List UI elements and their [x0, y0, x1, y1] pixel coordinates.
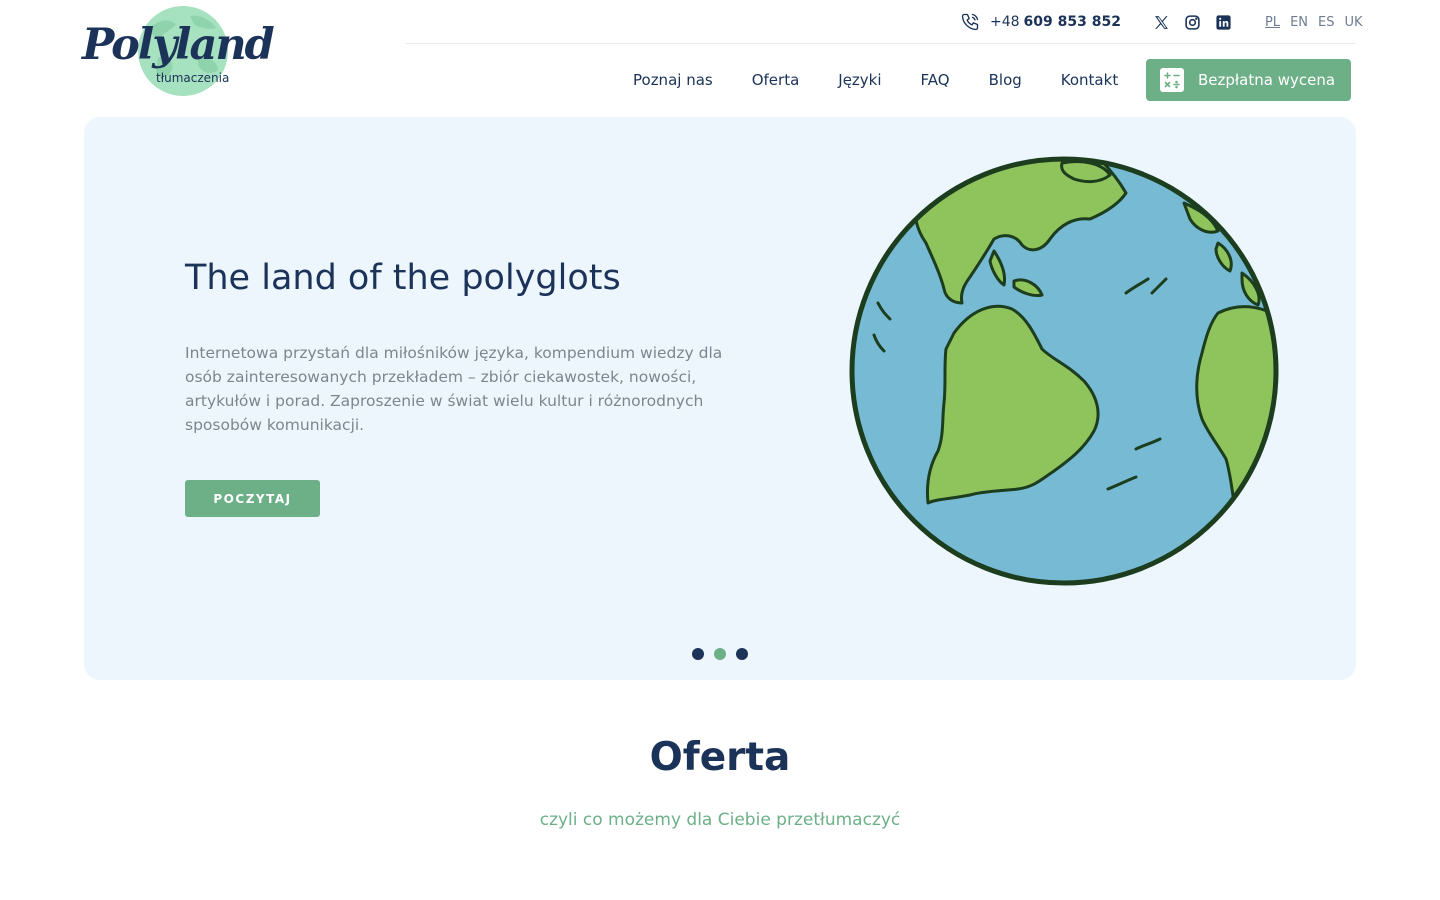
lang-uk[interactable]: UK [1344, 15, 1362, 30]
offer-title: Oferta [649, 735, 791, 780]
logo-tagline: tłumaczenia [156, 71, 230, 85]
calculator-icon [1160, 68, 1184, 92]
header-divider [406, 43, 1356, 44]
lang-en[interactable]: EN [1290, 15, 1308, 30]
lang-es[interactable]: ES [1318, 15, 1334, 30]
nav-kontakt[interactable]: Kontakt [1061, 71, 1118, 89]
hero-title: The land of the polyglots [185, 258, 621, 298]
linkedin-icon[interactable] [1215, 13, 1233, 31]
offer-subtitle: czyli co możemy dla Ciebie przetłumaczyć [539, 810, 901, 830]
nav-faq[interactable]: FAQ [921, 71, 950, 89]
free-quote-label: Bezpłatna wycena [1198, 71, 1336, 89]
nav-poznaj-nas[interactable]: Poznaj nas [633, 71, 713, 89]
phone-number: 609 853 852 [1023, 14, 1121, 30]
nav-blog[interactable]: Blog [989, 71, 1022, 89]
main-nav: Poznaj nas Oferta Języki FAQ Blog Kontak… [633, 60, 1118, 100]
phone-prefix: +48 [990, 14, 1020, 30]
nav-oferta[interactable]: Oferta [752, 71, 800, 89]
x-icon[interactable] [1153, 13, 1171, 31]
topbar: +48 609 853 852 PL EN ES UK [960, 10, 1373, 34]
slider-dot-2[interactable] [714, 648, 726, 660]
social-links [1153, 13, 1246, 31]
free-quote-button[interactable]: Bezpłatna wycena [1146, 59, 1351, 101]
slider-dots [692, 648, 758, 660]
globe-illustration [849, 156, 1279, 586]
logo-wordmark: Polyland [82, 20, 275, 70]
read-more-button[interactable]: POCZYTAJ [185, 480, 320, 517]
lang-pl[interactable]: PL [1265, 15, 1280, 30]
slider-dot-3[interactable] [736, 648, 748, 660]
slider-dot-1[interactable] [692, 648, 704, 660]
instagram-icon[interactable] [1184, 13, 1202, 31]
hero-slider: The land of the polyglots Internetowa pr… [84, 117, 1356, 680]
phone-icon [961, 13, 979, 31]
hero-description: Internetowa przystań dla miłośników języ… [185, 344, 723, 434]
logo[interactable]: Polyland tłumaczenia [82, 6, 275, 98]
nav-jezyki[interactable]: Języki [838, 71, 881, 89]
phone-link[interactable]: +48 609 853 852 [960, 12, 1121, 32]
language-switcher: PL EN ES UK [1265, 15, 1373, 30]
